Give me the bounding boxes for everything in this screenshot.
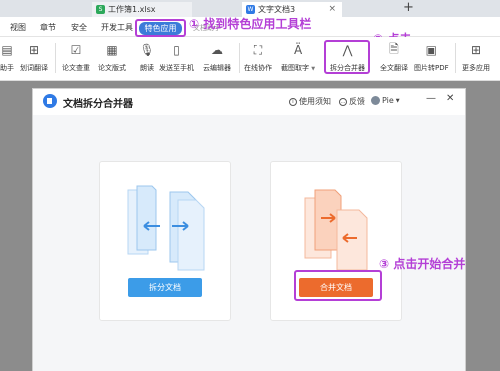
close-icon[interactable]: ✕ xyxy=(446,93,454,104)
tool-send-to-phone[interactable]: ▯ 发送至手机 xyxy=(159,41,194,73)
tool-online-collab[interactable]: ⛶ 在线协作 xyxy=(244,41,272,73)
menu-security[interactable]: 安全 xyxy=(71,22,87,33)
full-translate-icon: 🗎 xyxy=(389,41,399,56)
close-icon[interactable]: × xyxy=(328,4,336,14)
split-document-button[interactable]: 拆分文档 xyxy=(128,278,202,297)
avatar xyxy=(371,96,380,105)
excel-doc-icon: S xyxy=(96,5,105,14)
dialog-header: 文档拆分合并器 i 使用须知 … 反馈 Pie ▼ — ✕ xyxy=(33,89,465,115)
split-card[interactable]: 拆分文档 xyxy=(99,161,231,321)
pdf-icon: ▣ xyxy=(425,43,437,57)
apps-grid-icon: ⊞ xyxy=(470,43,482,57)
tool-more-apps[interactable]: ⊞ 更多应用 xyxy=(462,41,490,73)
translate-icon: ⊞ xyxy=(28,43,40,57)
menu-dev-tools[interactable]: 开发工具 xyxy=(101,22,133,33)
tool-full-translate[interactable]: 🗎 全文翻译 xyxy=(380,41,408,73)
tool-plagiarism-check[interactable]: ☑ 论文查重 xyxy=(62,41,90,73)
toolbar: ▤ 助手 ⊞ 划词翻译 ☑ 论文查重 ▦ 论文版式 🎙 朗读 ▯ 发送至手机 ☁… xyxy=(0,37,500,81)
highlight-merge-button xyxy=(294,270,382,301)
check-icon: ☑ xyxy=(70,43,82,57)
tool-assistant[interactable]: ▤ 助手 xyxy=(0,41,16,73)
dialog-title: 文档拆分合并器 xyxy=(63,99,133,110)
annotation-step-1: ① 找到特色应用工具栏 xyxy=(189,17,312,31)
user-menu[interactable]: Pie ▼ xyxy=(371,96,400,105)
tab-workbook[interactable]: S 工作簿1.xlsx xyxy=(92,2,192,17)
collab-icon: ⛶ xyxy=(253,42,263,57)
tab-label: 文字文档3 xyxy=(258,5,296,14)
help-link[interactable]: i 使用须知 xyxy=(289,96,331,107)
highlight-split-merge xyxy=(324,40,370,74)
tool-cloud-editor[interactable]: ☁ 云编辑器 xyxy=(203,41,231,73)
tab-label: 工作簿1.xlsx xyxy=(108,5,156,14)
menu-chapter[interactable]: 章节 xyxy=(40,22,56,33)
tool-paper-format[interactable]: ▦ 论文版式 xyxy=(98,41,126,73)
menu-view[interactable]: 视图 xyxy=(10,22,26,33)
microphone-icon: 🎙 xyxy=(139,43,155,57)
feedback-link[interactable]: … 反馈 xyxy=(339,96,365,107)
format-icon: ▦ xyxy=(106,43,118,57)
new-tab-button[interactable]: + xyxy=(403,0,414,15)
tool-read-aloud[interactable]: 🎙 朗读 xyxy=(138,41,156,73)
info-icon: i xyxy=(289,97,297,106)
minimize-icon[interactable]: — xyxy=(426,93,436,104)
split-document-icon xyxy=(127,185,205,271)
chevron-down-icon: ▼ xyxy=(395,97,400,104)
toolbar-divider xyxy=(455,43,456,73)
tool-image-to-pdf[interactable]: ▣ 图片转PDF xyxy=(414,41,449,73)
assistant-icon: ▤ xyxy=(1,43,13,57)
ocr-icon: Ä xyxy=(293,43,303,57)
cloud-icon: ☁ xyxy=(211,43,223,57)
tool-screenshot-ocr[interactable]: Ä 截图取字 ▼ xyxy=(281,41,315,73)
chevron-down-icon: ▼ xyxy=(311,66,316,72)
dialog-body: 拆分文档 合并文档 xyxy=(33,115,465,371)
app-logo-icon xyxy=(43,94,57,108)
annotation-step-3: ③ 点击开始合并 xyxy=(379,257,466,271)
split-merge-dialog: 文档拆分合并器 i 使用须知 … 反馈 Pie ▼ — ✕ 拆分文档 合并文档 xyxy=(32,88,466,371)
tool-word-translate[interactable]: ⊞ 划词翻译 xyxy=(20,41,48,73)
toolbar-divider xyxy=(55,43,56,73)
word-doc-icon: W xyxy=(246,5,255,14)
toolbar-divider xyxy=(239,43,240,73)
highlight-special-apps xyxy=(135,19,186,37)
feedback-icon: … xyxy=(339,97,347,106)
phone-icon: ▯ xyxy=(173,43,180,57)
